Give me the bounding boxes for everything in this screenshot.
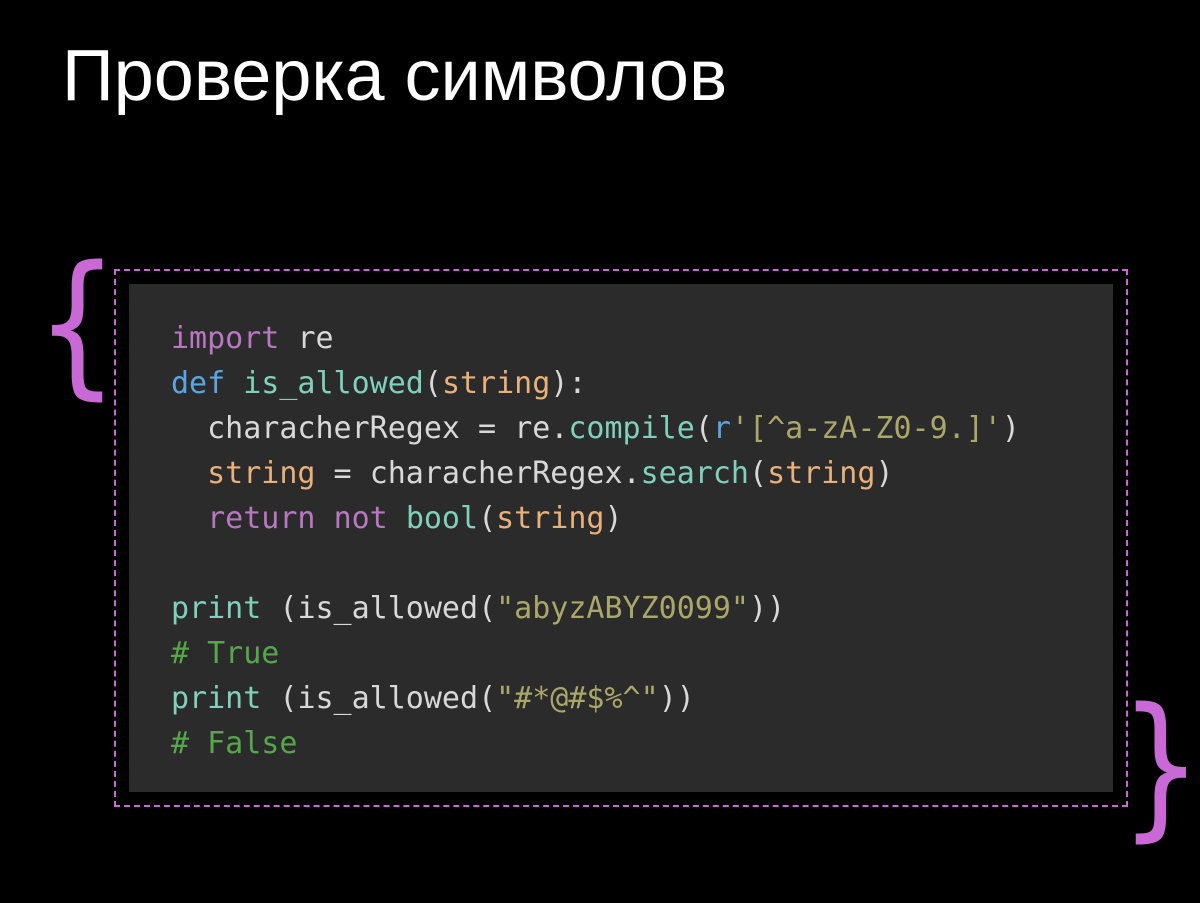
call-is-allowed-1: is_allowed xyxy=(297,591,478,626)
kw-return: return xyxy=(207,501,315,536)
kw-def: def xyxy=(171,366,225,401)
code-content: import re def is_allowed(string): charac… xyxy=(171,316,1113,766)
mod-re: re xyxy=(297,321,333,356)
var-characherRegex: characherRegex xyxy=(207,411,460,446)
param-string: string xyxy=(442,366,550,401)
string-literal-2: "#*@#$%^" xyxy=(496,681,659,716)
comment-true: # True xyxy=(171,636,279,671)
regex-literal: '[^a-zA-Z0-9.]' xyxy=(731,411,1002,446)
call-print-1: print xyxy=(171,591,261,626)
fn-is-allowed: is_allowed xyxy=(243,366,424,401)
slide-title: Проверка символов xyxy=(62,35,727,117)
comment-false: # False xyxy=(171,726,297,761)
call-is-allowed-2: is_allowed xyxy=(297,681,478,716)
brace-close-icon: } xyxy=(1122,687,1200,843)
kw-not: not xyxy=(334,501,388,536)
kw-import: import xyxy=(171,321,279,356)
call-print-2: print xyxy=(171,681,261,716)
call-bool: bool xyxy=(406,501,478,536)
brace-open-icon: { xyxy=(38,245,116,401)
call-search: search xyxy=(641,456,749,491)
call-compile: compile xyxy=(568,411,694,446)
raw-prefix: r xyxy=(713,411,731,446)
string-literal-1: "abyzABYZ0099" xyxy=(496,591,749,626)
code-block: import re def is_allowed(string): charac… xyxy=(129,284,1113,792)
var-string: string xyxy=(207,456,315,491)
